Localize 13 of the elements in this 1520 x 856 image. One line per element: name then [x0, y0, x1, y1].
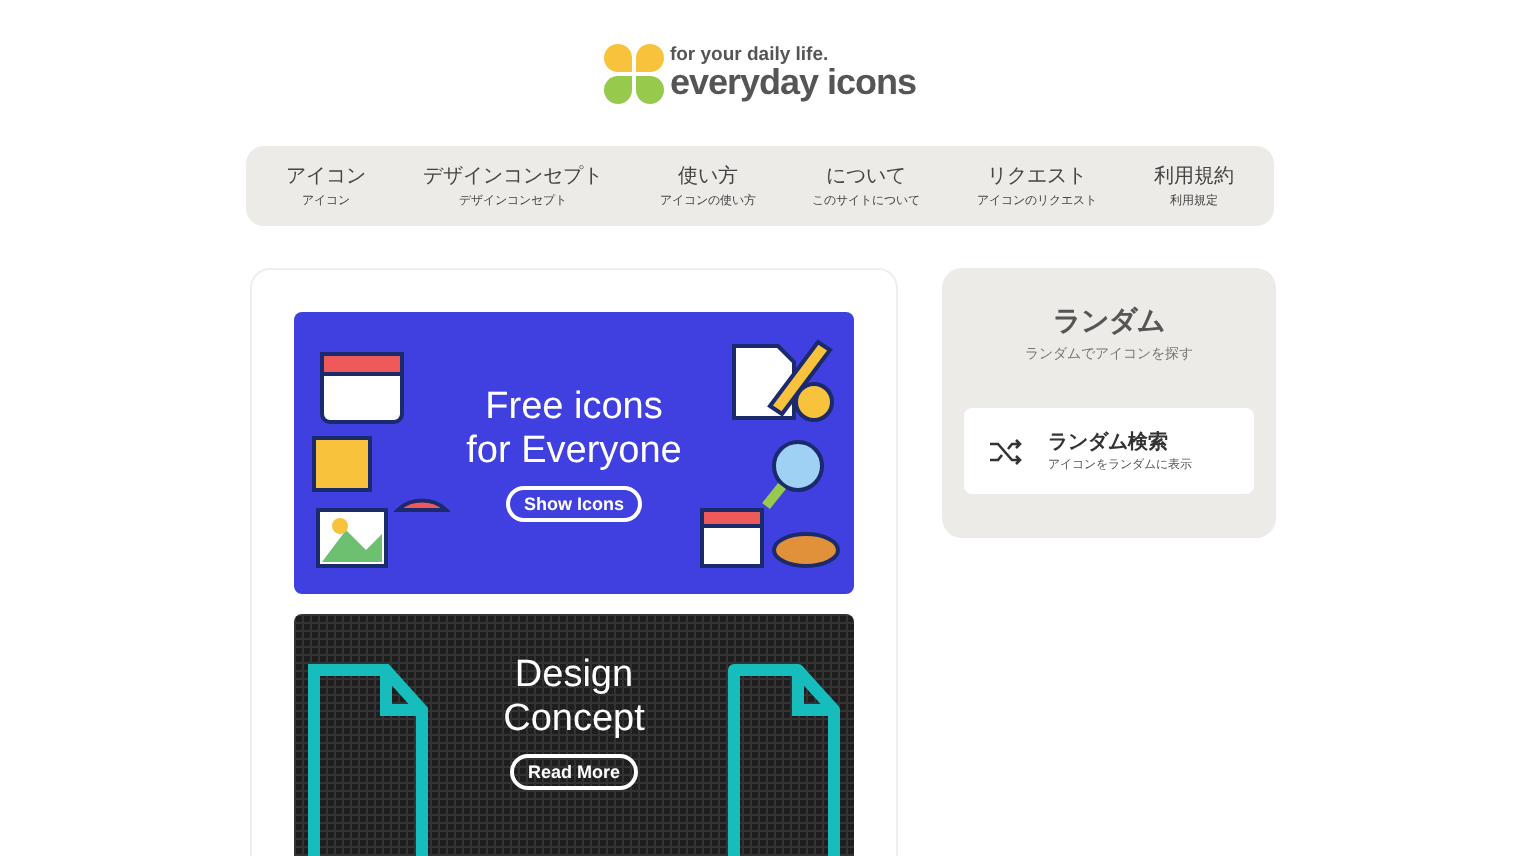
banner-title: Free icons: [485, 385, 663, 429]
banner-title: Design: [514, 654, 634, 698]
banner-title: for Everyone: [466, 429, 682, 473]
banner[interactable]: Design Concept Read More: [294, 614, 854, 856]
banner[interactable]: Free icons for Everyone Show Icons: [294, 312, 854, 594]
banner-button[interactable]: Read More: [509, 754, 638, 790]
banner-title: Concept: [503, 698, 645, 742]
clover-logo-icon: [603, 43, 664, 103]
shuffle-icon: [988, 437, 1024, 465]
logo-wordmark[interactable]: everyday icons: [669, 64, 917, 101]
banner-button[interactable]: Show Icons: [505, 485, 642, 521]
panel-title: ランダム: [1053, 304, 1165, 340]
logo-tagline: for your daily life.: [669, 45, 831, 65]
